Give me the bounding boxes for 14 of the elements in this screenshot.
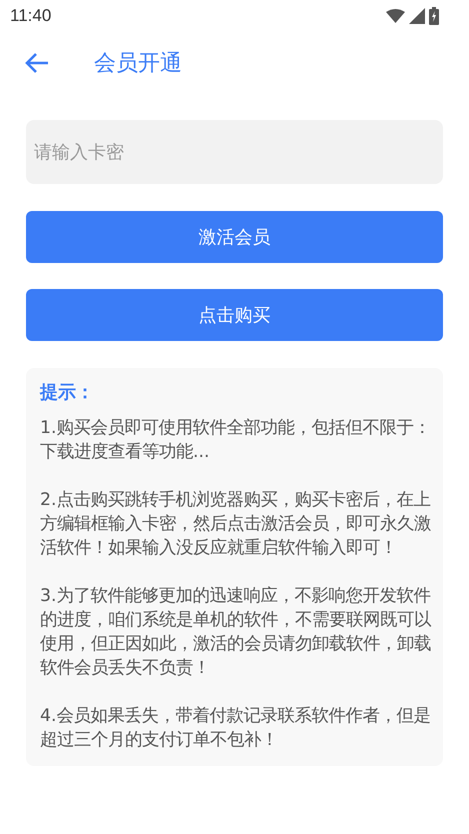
card-key-field[interactable]: 请输入卡密	[26, 120, 443, 184]
action-button[interactable]: 点击购买	[26, 289, 443, 341]
tips-title: 提示：	[40, 381, 95, 404]
tip-paragraph: 3.为了软件能够更加的迅速响应，不影响您开发软件的进度，咱们系统是单机的软件，不需要联网既可以使用，但正因如此，激活的会员请勿卸载软件，卸载软件会员丢失不负责！	[40, 585, 431, 680]
page-title: 会员开通	[94, 50, 182, 78]
battery-icon	[429, 7, 439, 25]
tip-paragraph: 2.点击购买跳转手机浏览器购买，购买卡密后，在上方编辑框输入卡密，然后点击激活会员，即可永久激活软件！如果输入没反应就重启软件输入即可！	[40, 489, 431, 560]
status-time: 11:40	[10, 6, 52, 26]
tip-paragraph: 1.购买会员即可使用软件全部功能，包括但不限于：下载进度查看等功能...	[40, 417, 431, 464]
tip-paragraph: 4.会员如果丢失，带着付款记录联系软件作者，但是超过三个月的支付订单不包补！	[40, 705, 431, 752]
back-arrow-icon[interactable]	[24, 52, 50, 74]
wifi-icon	[386, 9, 405, 23]
action-button[interactable]: 激活会员	[26, 211, 443, 263]
signal-icon	[409, 8, 425, 24]
